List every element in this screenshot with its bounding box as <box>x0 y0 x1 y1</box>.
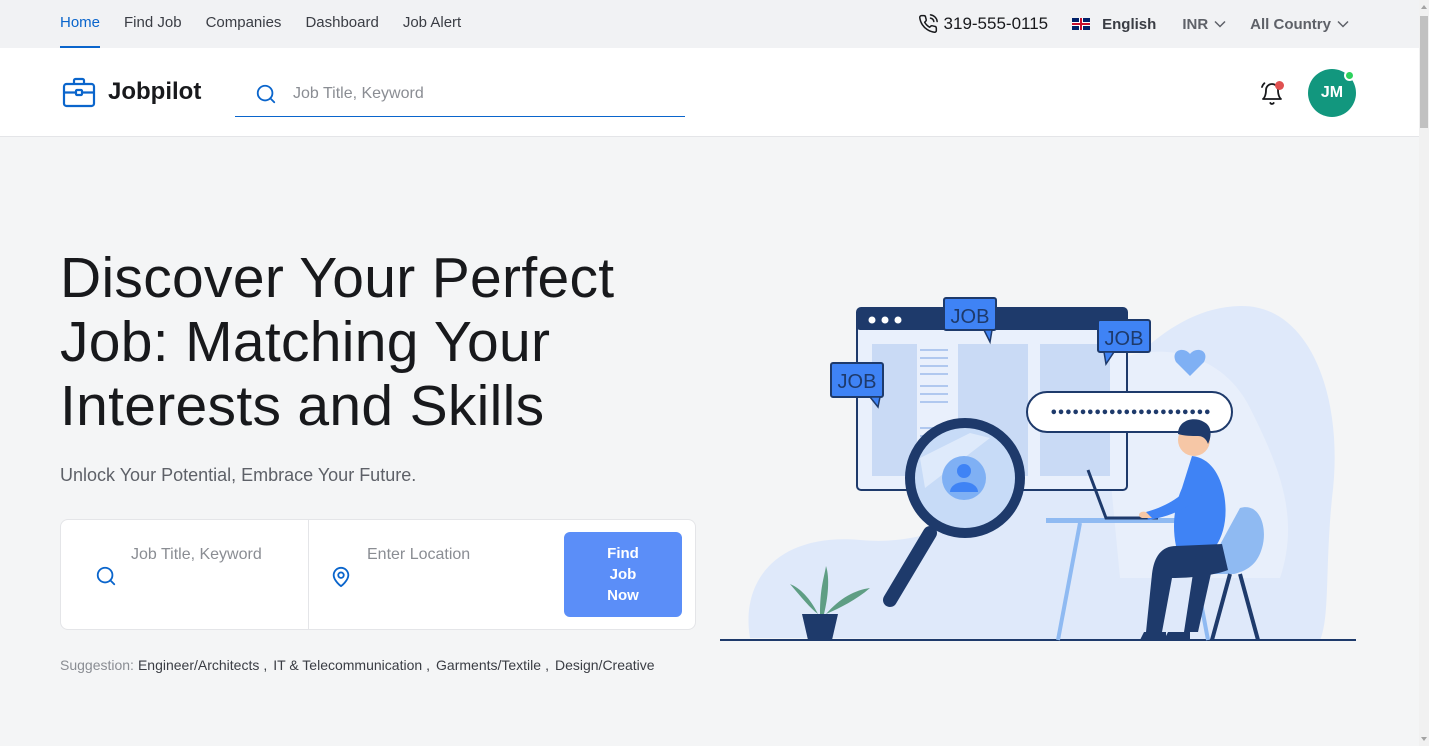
job-search-box: Find Job Now <box>60 519 696 630</box>
hero-title: Discover Your Perfect Job: Matching Your… <box>60 246 615 438</box>
nav-companies[interactable]: Companies <box>206 0 282 48</box>
nav-home[interactable]: Home <box>60 0 101 48</box>
header-search-input[interactable] <box>293 85 653 103</box>
briefcase-icon <box>62 77 96 108</box>
suggestion-link[interactable]: IT & Telecommunication <box>273 657 422 673</box>
suggestion-link[interactable]: Design/Creative <box>555 657 655 673</box>
language-select[interactable]: English <box>1072 16 1156 33</box>
job-tag-text: JOB <box>951 306 990 328</box>
nav-find-job[interactable]: Find Job <box>124 0 182 48</box>
suggestion-link[interactable]: Engineer/Architects <box>138 657 259 673</box>
map-pin-icon <box>332 566 350 588</box>
scrollbar[interactable] <box>1419 0 1429 746</box>
suggestions: Suggestion: Engineer/Architects, IT & Te… <box>60 657 655 673</box>
location-field <box>310 520 560 629</box>
job-tag-text: JOB <box>1105 328 1144 350</box>
notification-dot <box>1275 81 1284 90</box>
phone-contact[interactable]: 319-555-0115 <box>918 14 1049 34</box>
password-dots: •••••••••••••••••••••• <box>1050 406 1211 421</box>
scroll-down-icon[interactable] <box>1421 737 1427 741</box>
currency-select[interactable]: INR <box>1182 16 1226 33</box>
nav-dashboard[interactable]: Dashboard <box>305 0 378 48</box>
suggestion-label: Suggestion: <box>60 657 134 673</box>
language-label: English <box>1102 15 1157 33</box>
online-status-dot <box>1344 70 1355 81</box>
suggestion-link[interactable]: Garments/Textile <box>436 657 541 673</box>
logo[interactable]: Jobpilot <box>62 76 201 108</box>
header-search <box>235 72 685 117</box>
chevron-down-icon <box>1337 20 1349 28</box>
hero-subtitle: Unlock Your Potential, Embrace Your Futu… <box>60 465 417 485</box>
job-tag-text: JOB <box>838 371 877 393</box>
currency-label: INR <box>1182 15 1209 33</box>
search-icon <box>256 84 276 104</box>
top-right-controls: 319-555-0115 English INR All Country <box>918 0 1349 48</box>
main-header: Jobpilot JM <box>0 48 1419 137</box>
scrollbar-thumb[interactable] <box>1420 16 1428 128</box>
avatar[interactable]: JM <box>1308 69 1356 117</box>
keyword-field <box>61 520 309 629</box>
phone-number: 319-555-0115 <box>943 14 1049 33</box>
scroll-up-icon[interactable] <box>1421 5 1427 9</box>
country-select[interactable]: All Country <box>1250 16 1349 33</box>
country-label: All Country <box>1250 15 1331 33</box>
hero-illustration: JOB JOB JOB •••••••••••••••••••••• <box>720 297 1356 641</box>
top-nav: Home Find Job Companies Dashboard Job Al… <box>60 0 485 48</box>
notification-button[interactable] <box>1260 81 1284 112</box>
location-input[interactable] <box>367 546 537 564</box>
logo-text: Jobpilot <box>108 78 202 105</box>
phone-icon <box>918 14 938 33</box>
search-icon <box>96 566 116 586</box>
avatar-initials: JM <box>1320 84 1344 101</box>
nav-job-alert[interactable]: Job Alert <box>403 0 461 48</box>
uk-flag-icon <box>1072 18 1091 30</box>
find-job-button[interactable]: Find Job Now <box>564 532 682 617</box>
chevron-down-icon <box>1214 20 1226 28</box>
keyword-input[interactable] <box>131 546 301 564</box>
top-bar: Home Find Job Companies Dashboard Job Al… <box>0 0 1419 48</box>
